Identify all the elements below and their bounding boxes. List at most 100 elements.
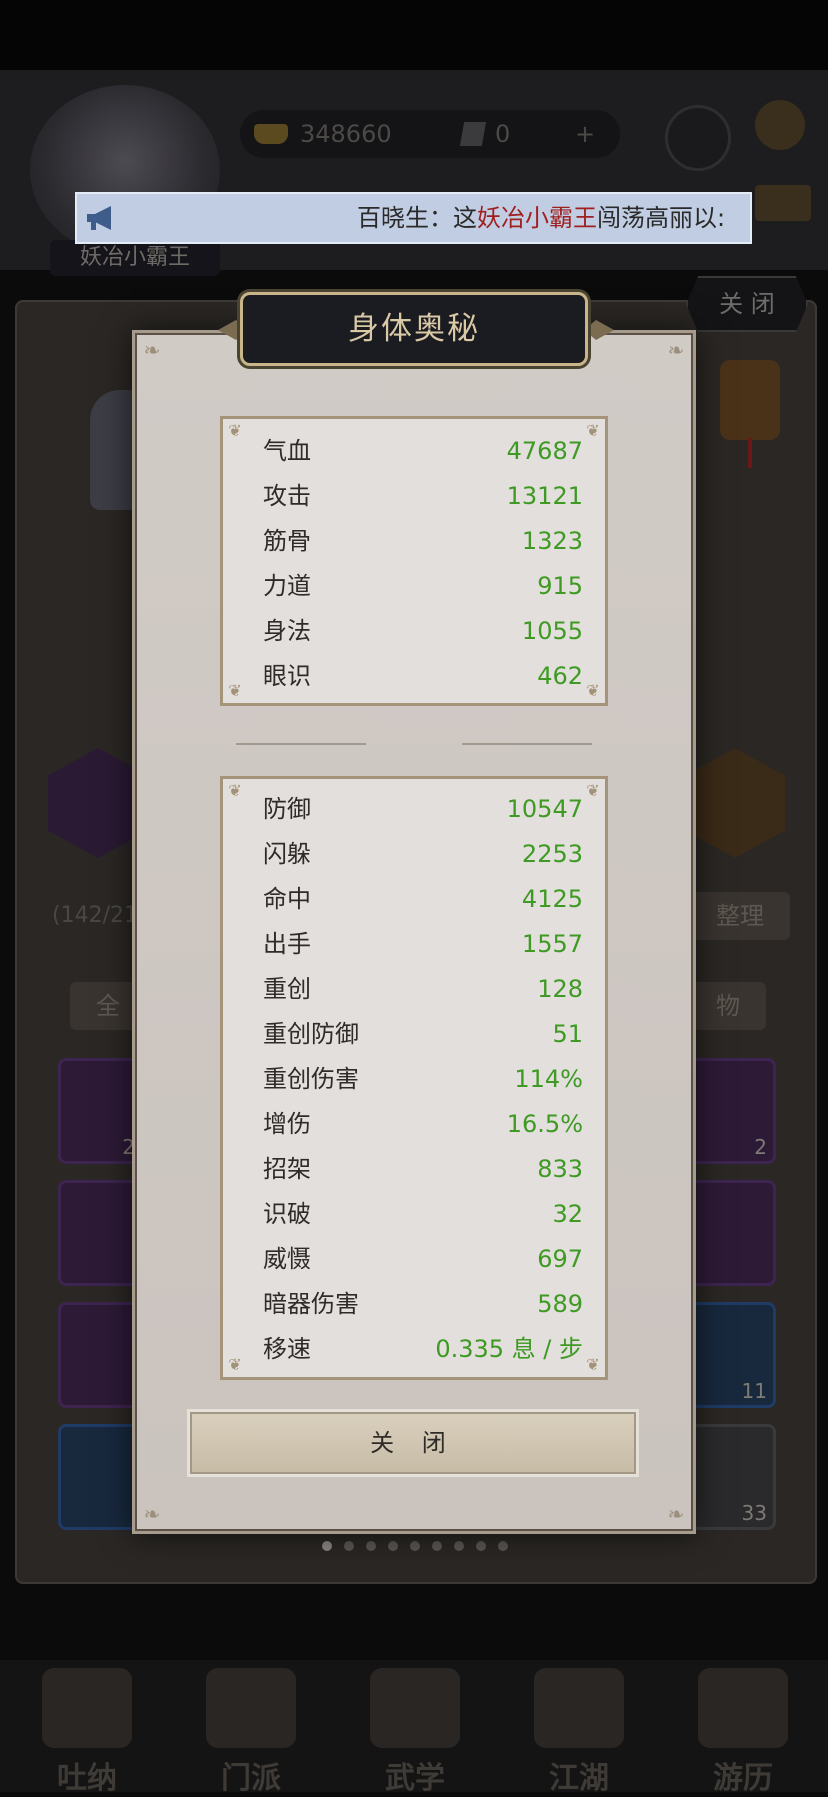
stat-row: 防御 10547 <box>263 787 583 832</box>
nav-label: 武学 <box>385 1761 445 1796</box>
stat-value: 128 <box>537 975 583 1003</box>
stat-label: 身法 <box>263 617 311 645</box>
stat-row: 重创 128 <box>263 967 583 1012</box>
stat-label: 重创伤害 <box>263 1065 359 1093</box>
yinyang-icon[interactable] <box>665 105 731 171</box>
inventory-slot[interactable]: 11 <box>690 1302 776 1408</box>
notice-banner: 百晓生：这妖冶小霸王闯荡高丽以: <box>75 192 752 244</box>
stat-label: 力道 <box>263 572 311 600</box>
corner-ornament: ❧ <box>667 1502 685 1526</box>
stat-label: 识破 <box>263 1200 311 1228</box>
stat-value: 0.335 息 / 步 <box>435 1335 583 1363</box>
hanging-ornament-icon <box>720 360 780 468</box>
stat-label: 出手 <box>263 930 311 958</box>
bag-count: (142/21 <box>52 903 138 928</box>
add-currency-button[interactable]: + <box>575 110 595 158</box>
stat-label: 重创防御 <box>263 1020 359 1048</box>
stat-label: 闪躲 <box>263 840 311 868</box>
stat-row: 筋骨 1323 <box>263 519 583 564</box>
gem-amount: 0 <box>495 120 511 148</box>
wuxue-icon <box>370 1668 460 1748</box>
notice-message: 百晓生：这妖冶小霸王闯荡高丽以: <box>357 194 725 242</box>
stat-value: 697 <box>537 1245 583 1273</box>
stat-value: 833 <box>537 1155 583 1183</box>
stat-value: 13121 <box>506 482 583 510</box>
stat-label: 眼识 <box>263 662 311 690</box>
stat-value: 16.5% <box>506 1110 583 1138</box>
stat-label: 命中 <box>263 885 311 913</box>
nav-tuna[interactable]: 吐纳 <box>32 1668 142 1796</box>
status-bar <box>0 0 828 70</box>
stat-value: 32 <box>552 1200 583 1228</box>
stat-value: 1055 <box>521 617 583 645</box>
currency-bar: 348660 0 + <box>240 110 620 158</box>
stat-value: 51 <box>552 1020 583 1048</box>
nav-label: 吐纳 <box>57 1761 117 1796</box>
stat-row: 重创伤害 114% <box>263 1057 583 1102</box>
jianghu-icon <box>534 1668 624 1748</box>
stat-row: 闪躲 2253 <box>263 832 583 877</box>
nav-label: 门派 <box>221 1761 281 1796</box>
player-name: 妖冶小霸王 <box>50 240 220 276</box>
corner-ornament: ❦ <box>586 421 600 440</box>
corner-ornament: ❦ <box>586 681 600 700</box>
stat-row: 命中 4125 <box>263 877 583 922</box>
stat-value: 10547 <box>506 795 583 823</box>
stat-row: 移速 0.335 息 / 步 <box>263 1327 583 1372</box>
stat-value: 47687 <box>506 437 583 465</box>
bottom-nav: 吐纳 门派 武学 江湖 游历 <box>0 1660 828 1796</box>
gold-ingot-icon <box>254 124 288 144</box>
stat-row: 暗器伤害 589 <box>263 1282 583 1327</box>
stat-row: 眼识 462 <box>263 654 583 699</box>
notice-prefix: 百晓生：这 <box>357 204 477 232</box>
close-top-button[interactable]: 关 闭 <box>686 276 808 332</box>
stat-label: 威慑 <box>263 1245 311 1273</box>
stat-row: 气血 47687 <box>263 429 583 474</box>
stat-value: 462 <box>537 662 583 690</box>
nav-menpai[interactable]: 门派 <box>196 1668 306 1796</box>
section-divider <box>236 740 592 748</box>
nav-jianghu[interactable]: 江湖 <box>524 1668 634 1796</box>
stat-row: 攻击 13121 <box>263 474 583 519</box>
inventory-slot[interactable] <box>690 1180 776 1286</box>
youli-icon <box>698 1668 788 1748</box>
popup-title: 身体奥秘 <box>348 311 480 347</box>
megaphone-icon <box>87 206 111 230</box>
popup-title-plate: 身体奥秘 <box>240 292 588 366</box>
stat-row: 识破 32 <box>263 1192 583 1237</box>
stat-label: 招架 <box>263 1155 311 1183</box>
stat-label: 气血 <box>263 437 311 465</box>
secondary-stats-box: ❦ ❦ ❦ ❦ 防御 10547 闪躲 2253 命中 4125 出手 1557 重创 128 重创… <box>220 776 608 1380</box>
nav-wuxue[interactable]: 武学 <box>360 1668 470 1796</box>
nav-youli[interactable]: 游历 <box>688 1668 798 1796</box>
stat-value: 2253 <box>521 840 583 868</box>
corner-ornament: ❦ <box>586 1355 600 1374</box>
stat-row: 招架 833 <box>263 1147 583 1192</box>
sort-button[interactable]: 整理 <box>690 892 790 940</box>
gear-icon[interactable] <box>755 100 805 150</box>
stat-label: 增伤 <box>263 1110 311 1138</box>
corner-ornament: ❦ <box>228 1355 242 1374</box>
stat-row: 重创防御 51 <box>263 1012 583 1057</box>
stat-value: 589 <box>537 1290 583 1318</box>
stat-row: 威慑 697 <box>263 1237 583 1282</box>
stat-label: 移速 <box>263 1335 311 1363</box>
inventory-slot[interactable]: 2 <box>690 1058 776 1164</box>
stat-value: 1323 <box>521 527 583 555</box>
inventory-slot[interactable]: 33 <box>690 1424 776 1530</box>
close-button[interactable]: 关 闭 <box>190 1412 636 1474</box>
stat-value: 915 <box>537 572 583 600</box>
mail-icon[interactable] <box>755 185 811 221</box>
corner-ornament: ❦ <box>228 781 242 800</box>
notice-highlight-name: 妖冶小霸王 <box>477 204 597 232</box>
stat-label: 防御 <box>263 795 311 823</box>
stat-value: 1557 <box>521 930 583 958</box>
stat-value: 4125 <box>521 885 583 913</box>
gem-icon <box>459 122 487 146</box>
corner-ornament: ❧ <box>667 338 685 362</box>
stat-row: 身法 1055 <box>263 609 583 654</box>
tab-items[interactable]: 物 <box>690 982 766 1030</box>
corner-ornament: ❦ <box>228 681 242 700</box>
gold-amount: 348660 <box>300 120 392 148</box>
tuna-icon <box>42 1668 132 1748</box>
